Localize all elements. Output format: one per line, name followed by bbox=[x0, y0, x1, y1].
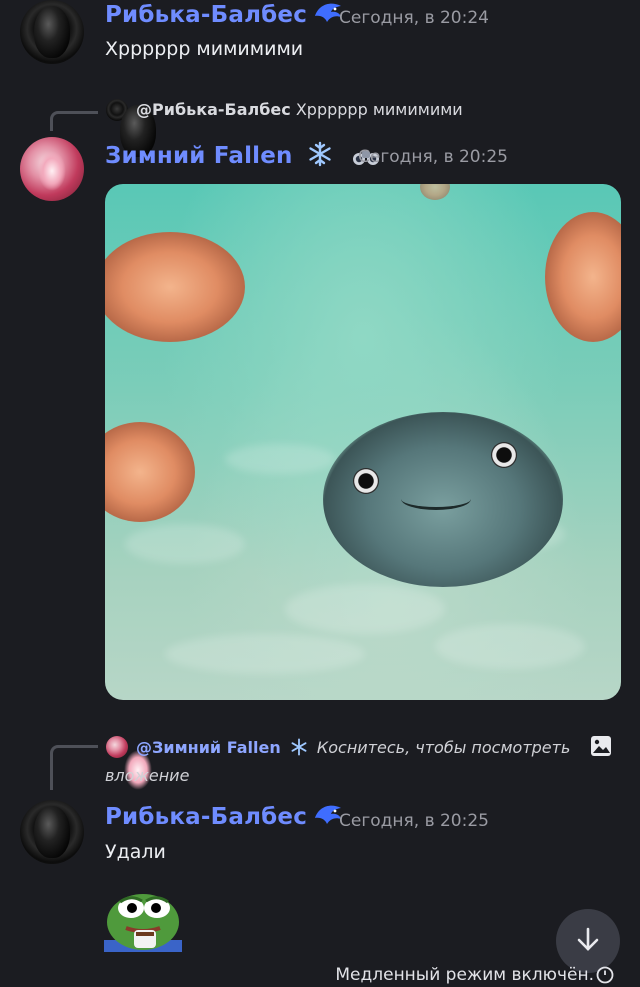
timestamp-3: Сегодня, в 20:25 bbox=[339, 811, 489, 831]
video-attachment[interactable] bbox=[105, 184, 621, 700]
clock-icon bbox=[596, 966, 614, 987]
reply-author-2: @Зимний Fallen bbox=[136, 738, 281, 757]
fish-top-left bbox=[105, 232, 245, 342]
avatar-zimniy[interactable] bbox=[20, 137, 84, 201]
timestamp-2: Сегодня, в 20:25 bbox=[358, 147, 508, 167]
pufferfish bbox=[323, 412, 563, 587]
snowflake-icon bbox=[307, 141, 333, 173]
username-ribka-1[interactable]: Рибька-Балбес bbox=[105, 2, 343, 32]
username-ribka-2[interactable]: Рибька-Балбес bbox=[105, 804, 343, 834]
reply-preview-1[interactable]: @Рибька-Балбес Хрррррр мимимими bbox=[136, 100, 463, 119]
reply-author: @Рибька-Балбес bbox=[136, 100, 291, 119]
reply-connector bbox=[50, 111, 98, 131]
username-label[interactable]: Зимний Fallen bbox=[105, 143, 293, 169]
reply-avatar-2 bbox=[106, 736, 152, 790]
reply-snippet-2b: вложение bbox=[105, 766, 190, 785]
avatar-ribka[interactable] bbox=[20, 0, 84, 64]
pepe-sticker[interactable] bbox=[104, 886, 182, 952]
slowmode-notice: Медленный режим включён. bbox=[335, 965, 594, 985]
arrow-down-icon bbox=[574, 925, 602, 957]
avatar-ribka-2[interactable] bbox=[20, 800, 84, 864]
scroll-to-bottom-button[interactable] bbox=[556, 909, 620, 973]
message-text-3[interactable]: Удали bbox=[105, 841, 166, 863]
reply-snippet-2: Коснитесь, чтобы посмотреть bbox=[316, 738, 571, 757]
reply-avatar bbox=[106, 99, 156, 157]
username-zimniy[interactable]: Зимний Fallen bbox=[105, 141, 381, 173]
message-text-1[interactable]: Хрррррр мимимими bbox=[105, 38, 303, 60]
username-label[interactable]: Рибька-Балбес bbox=[105, 804, 307, 830]
chat-view: Рибька-Балбес Сегодня, в 20:24 Хрррррр м… bbox=[0, 0, 640, 987]
image-icon bbox=[590, 735, 612, 761]
reply-connector-2 bbox=[50, 745, 98, 790]
reply-snippet: Хрррррр мимимими bbox=[295, 100, 463, 119]
fish-mid-left bbox=[105, 422, 195, 522]
username-label[interactable]: Рибька-Балбес bbox=[105, 2, 307, 28]
snowflake-icon bbox=[290, 738, 308, 760]
timestamp-1: Сегодня, в 20:24 bbox=[339, 8, 489, 28]
fish-top-right bbox=[545, 212, 621, 342]
reply-preview-2[interactable]: @Зимний Fallen Коснитесь, чтобы посмотре… bbox=[136, 738, 570, 760]
